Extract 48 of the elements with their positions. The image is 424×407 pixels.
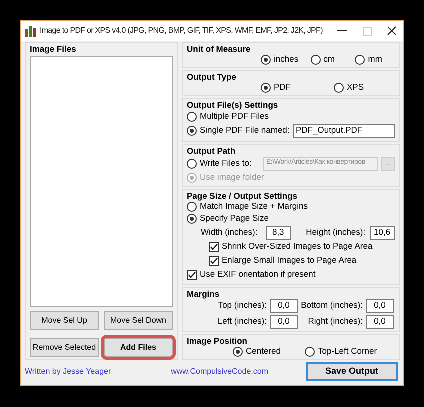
action-button[interactable]: Move Sel Down <box>104 311 173 330</box>
group-title: Image Position <box>187 336 248 346</box>
radio-option[interactable]: Top-Left Corner <box>305 346 385 356</box>
width-field[interactable]: 8,3 <box>266 226 292 240</box>
radio-option[interactable]: Multiple PDF Files <box>187 112 269 122</box>
file-name-field[interactable]: PDF_Output.PDF <box>293 124 395 138</box>
field-label: Left (inches): <box>216 317 267 327</box>
radio-option[interactable]: Single PDF File named: <box>187 126 290 136</box>
height-field[interactable]: 10,6 <box>370 226 395 240</box>
author-link[interactable]: Written by Jesse Yeager <box>25 366 112 376</box>
group-title: Unit of Measure <box>187 44 252 54</box>
save-output-button[interactable]: Save Output <box>306 362 398 381</box>
radio-option[interactable]: Match Image Size + Margins <box>187 202 308 212</box>
radio-option[interactable]: mm <box>355 54 395 64</box>
margin-field[interactable]: 0,0 <box>270 299 298 313</box>
field-label: Top (inches): <box>217 301 267 311</box>
group-title: Output File(s) Settings <box>187 100 280 110</box>
field-label: Height (inches): <box>306 228 366 238</box>
field-label: Bottom (inches): <box>301 301 363 311</box>
website-link[interactable]: www.CompulsiveCode.com <box>171 366 268 376</box>
radio-option[interactable]: cm <box>310 54 356 64</box>
margin-field[interactable]: 0,0 <box>270 315 298 329</box>
radio-option[interactable]: XPS <box>334 82 384 92</box>
radio-option[interactable]: Centered <box>233 346 305 356</box>
app-icon <box>24 25 37 37</box>
radio-option[interactable]: Specify Page Size <box>187 214 269 224</box>
radio-option[interactable]: inches <box>261 54 311 64</box>
group-title: Page Size / Output Settings <box>187 191 299 201</box>
close-icon <box>387 26 397 36</box>
check-icon <box>188 271 196 279</box>
action-button[interactable]: Move Sel Up <box>30 311 99 330</box>
margin-field[interactable]: 0,0 <box>366 299 394 313</box>
maximize-icon <box>362 26 372 36</box>
group-title: Output Type <box>187 72 238 82</box>
margin-field[interactable]: 0,0 <box>366 315 394 329</box>
window-title: Image to PDF or XPS v4.0 (JPG, PNG, BMP, GIF, TIF, XPS, WMF, EMF, JP2, J2K, JPF) <box>40 26 323 36</box>
action-button[interactable]: Add Files <box>104 338 173 357</box>
group-title: Image Files <box>30 44 78 54</box>
field-label: Width (inches): <box>201 228 258 238</box>
radio-option[interactable]: Write Files to: <box>187 158 264 168</box>
group-title: Margins <box>187 289 221 299</box>
checkbox-option[interactable]: Shrink Over-Sized Images to Page Area <box>209 242 373 252</box>
action-button[interactable]: Remove Selected <box>30 338 99 357</box>
group-title: Output Path <box>187 146 237 156</box>
checkbox-option[interactable]: Use EXIF orientation if present <box>187 270 316 280</box>
radio-option[interactable]: PDF <box>261 82 334 92</box>
field-label: Right (inches): <box>307 317 363 327</box>
checkbox-option[interactable]: Enlarge Small Images to Page Area <box>209 256 357 266</box>
